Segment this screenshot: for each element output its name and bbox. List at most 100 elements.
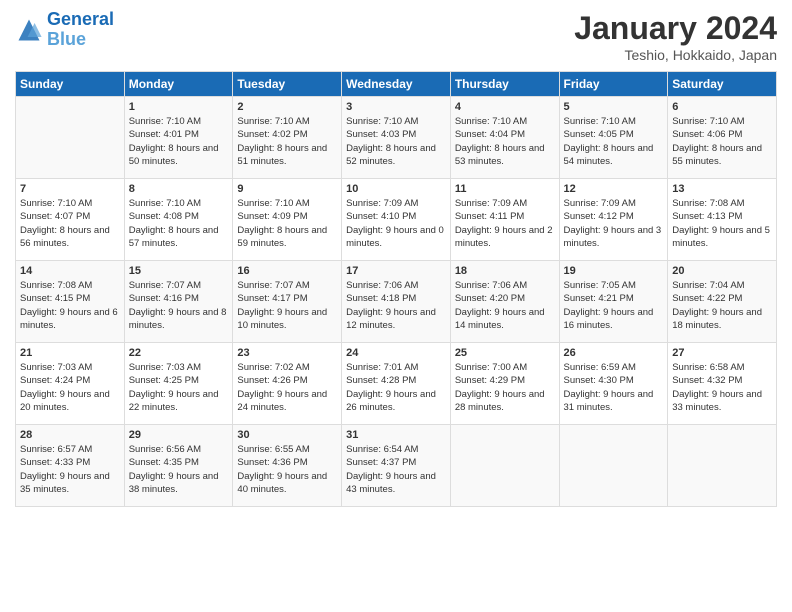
day-info: Sunrise: 7:01 AM Sunset: 4:28 PM Dayligh… [346,361,446,414]
day-number: 18 [455,265,555,277]
sunrise-text: Sunrise: 7:09 AM [455,198,527,209]
logo-blue: Blue [47,29,86,49]
sunrise-text: Sunrise: 7:02 AM [237,362,309,373]
day-number: 29 [129,429,229,441]
day-info: Sunrise: 6:57 AM Sunset: 4:33 PM Dayligh… [20,443,120,496]
sunset-text: Sunset: 4:15 PM [20,293,90,304]
sunrise-text: Sunrise: 7:10 AM [237,198,309,209]
logo: General Blue [15,10,114,50]
col-header-tuesday: Tuesday [233,72,342,97]
daylight-text: Daylight: 8 hours and 50 minutes. [129,143,219,167]
daylight-text: Daylight: 8 hours and 52 minutes. [346,143,436,167]
day-number: 9 [237,183,337,195]
day-info: Sunrise: 6:59 AM Sunset: 4:30 PM Dayligh… [564,361,664,414]
month-title: January 2024 [574,10,777,47]
day-number: 27 [672,347,772,359]
day-info: Sunrise: 7:05 AM Sunset: 4:21 PM Dayligh… [564,279,664,332]
col-header-wednesday: Wednesday [342,72,451,97]
day-info: Sunrise: 7:10 AM Sunset: 4:03 PM Dayligh… [346,115,446,168]
sunrise-text: Sunrise: 6:57 AM [20,444,92,455]
sunrise-text: Sunrise: 7:10 AM [564,116,636,127]
sunset-text: Sunset: 4:30 PM [564,375,634,386]
day-info: Sunrise: 7:02 AM Sunset: 4:26 PM Dayligh… [237,361,337,414]
sunrise-text: Sunrise: 7:10 AM [20,198,92,209]
day-info: Sunrise: 7:03 AM Sunset: 4:24 PM Dayligh… [20,361,120,414]
day-number: 13 [672,183,772,195]
calendar-cell: 8 Sunrise: 7:10 AM Sunset: 4:08 PM Dayli… [124,179,233,261]
day-number: 21 [20,347,120,359]
calendar-cell: 23 Sunrise: 7:02 AM Sunset: 4:26 PM Dayl… [233,343,342,425]
day-info: Sunrise: 7:10 AM Sunset: 4:07 PM Dayligh… [20,197,120,250]
daylight-text: Daylight: 9 hours and 35 minutes. [20,471,110,495]
calendar-cell: 22 Sunrise: 7:03 AM Sunset: 4:25 PM Dayl… [124,343,233,425]
sunrise-text: Sunrise: 7:03 AM [20,362,92,373]
day-number: 3 [346,101,446,113]
sunrise-text: Sunrise: 7:10 AM [672,116,744,127]
col-header-monday: Monday [124,72,233,97]
daylight-text: Daylight: 9 hours and 20 minutes. [20,389,110,413]
day-number: 16 [237,265,337,277]
sunrise-text: Sunrise: 6:58 AM [672,362,744,373]
sunrise-text: Sunrise: 7:03 AM [129,362,201,373]
col-header-sunday: Sunday [16,72,125,97]
sunrise-text: Sunrise: 7:09 AM [564,198,636,209]
daylight-text: Daylight: 9 hours and 10 minutes. [237,307,327,331]
calendar-cell: 1 Sunrise: 7:10 AM Sunset: 4:01 PM Dayli… [124,97,233,179]
daylight-text: Daylight: 9 hours and 16 minutes. [564,307,654,331]
sunrise-text: Sunrise: 7:01 AM [346,362,418,373]
calendar-cell: 3 Sunrise: 7:10 AM Sunset: 4:03 PM Dayli… [342,97,451,179]
sunset-text: Sunset: 4:04 PM [455,129,525,140]
daylight-text: Daylight: 9 hours and 26 minutes. [346,389,436,413]
day-info: Sunrise: 7:08 AM Sunset: 4:15 PM Dayligh… [20,279,120,332]
day-number: 26 [564,347,664,359]
calendar-cell: 29 Sunrise: 6:56 AM Sunset: 4:35 PM Dayl… [124,425,233,507]
day-number: 31 [346,429,446,441]
sunset-text: Sunset: 4:11 PM [455,211,525,222]
sunrise-text: Sunrise: 7:10 AM [346,116,418,127]
sunrise-text: Sunrise: 7:09 AM [346,198,418,209]
calendar-cell: 6 Sunrise: 7:10 AM Sunset: 4:06 PM Dayli… [668,97,777,179]
day-info: Sunrise: 7:10 AM Sunset: 4:09 PM Dayligh… [237,197,337,250]
day-info: Sunrise: 7:08 AM Sunset: 4:13 PM Dayligh… [672,197,772,250]
calendar-container: General Blue January 2024 Teshio, Hokkai… [0,0,792,517]
day-number: 19 [564,265,664,277]
sunset-text: Sunset: 4:25 PM [129,375,199,386]
day-number: 4 [455,101,555,113]
week-row-4: 21 Sunrise: 7:03 AM Sunset: 4:24 PM Dayl… [16,343,777,425]
daylight-text: Daylight: 9 hours and 3 minutes. [564,225,662,249]
day-info: Sunrise: 6:54 AM Sunset: 4:37 PM Dayligh… [346,443,446,496]
sunset-text: Sunset: 4:07 PM [20,211,90,222]
logo-text: General Blue [47,10,114,50]
day-number: 11 [455,183,555,195]
week-row-2: 7 Sunrise: 7:10 AM Sunset: 4:07 PM Dayli… [16,179,777,261]
sunrise-text: Sunrise: 7:00 AM [455,362,527,373]
sunset-text: Sunset: 4:18 PM [346,293,416,304]
day-info: Sunrise: 7:00 AM Sunset: 4:29 PM Dayligh… [455,361,555,414]
calendar-cell: 5 Sunrise: 7:10 AM Sunset: 4:05 PM Dayli… [559,97,668,179]
sunset-text: Sunset: 4:33 PM [20,457,90,468]
calendar-cell: 26 Sunrise: 6:59 AM Sunset: 4:30 PM Dayl… [559,343,668,425]
daylight-text: Daylight: 8 hours and 57 minutes. [129,225,219,249]
col-header-thursday: Thursday [450,72,559,97]
daylight-text: Daylight: 9 hours and 5 minutes. [672,225,770,249]
sunset-text: Sunset: 4:36 PM [237,457,307,468]
sunset-text: Sunset: 4:21 PM [564,293,634,304]
daylight-text: Daylight: 9 hours and 33 minutes. [672,389,762,413]
daylight-text: Daylight: 9 hours and 40 minutes. [237,471,327,495]
daylight-text: Daylight: 9 hours and 6 minutes. [20,307,118,331]
week-row-5: 28 Sunrise: 6:57 AM Sunset: 4:33 PM Dayl… [16,425,777,507]
calendar-cell [16,97,125,179]
sunrise-text: Sunrise: 7:07 AM [237,280,309,291]
sunrise-text: Sunrise: 7:10 AM [129,116,201,127]
day-info: Sunrise: 7:09 AM Sunset: 4:10 PM Dayligh… [346,197,446,250]
daylight-text: Daylight: 9 hours and 12 minutes. [346,307,436,331]
sunset-text: Sunset: 4:02 PM [237,129,307,140]
calendar-cell: 19 Sunrise: 7:05 AM Sunset: 4:21 PM Dayl… [559,261,668,343]
calendar-cell: 2 Sunrise: 7:10 AM Sunset: 4:02 PM Dayli… [233,97,342,179]
calendar-cell: 9 Sunrise: 7:10 AM Sunset: 4:09 PM Dayli… [233,179,342,261]
calendar-cell [450,425,559,507]
sunset-text: Sunset: 4:12 PM [564,211,634,222]
day-number: 8 [129,183,229,195]
sunset-text: Sunset: 4:13 PM [672,211,742,222]
day-info: Sunrise: 7:10 AM Sunset: 4:02 PM Dayligh… [237,115,337,168]
